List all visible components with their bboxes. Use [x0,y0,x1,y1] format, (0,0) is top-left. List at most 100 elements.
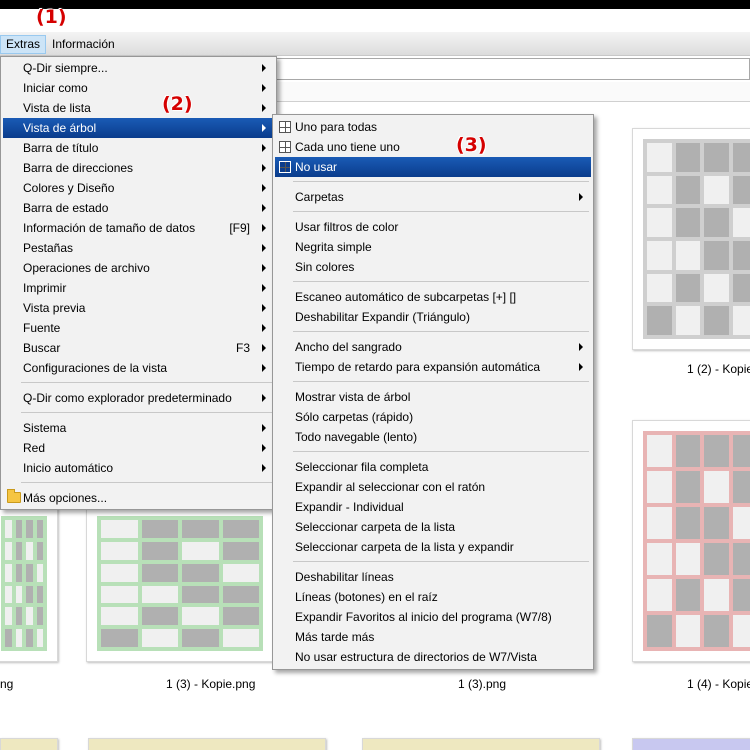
menu-item-solo-carpetas-rapido[interactable]: Sólo carpetas (rápido) [275,407,591,427]
menu-item-label: Operaciones de archivo [23,261,150,275]
thumbnail-image [643,139,750,339]
menu-item-escaneo-automatico-de-subcarpetas[interactable]: Escaneo automático de subcarpetas [+] [] [275,287,591,307]
address-bar[interactable] [276,58,750,80]
menu-item-fuente[interactable]: Fuente [3,318,274,338]
menu-item-lineas-botones-en-el-raiz[interactable]: Líneas (botones) en el raíz [275,587,591,607]
thumbnail-green[interactable] [86,505,274,662]
menu-item-barra-de-estado[interactable]: Barra de estado [3,198,274,218]
folder-icon [7,489,21,503]
menu-item-expandir-al-seleccionar-con-el-raton[interactable]: Expandir al seleccionar con el ratón [275,477,591,497]
window-top-edge [0,0,750,9]
menu-item-sistema[interactable]: Sistema [3,418,274,438]
menu-item-informacion-de-tamano-de-datos[interactable]: Información de tamaño de datos [F9] [3,218,274,238]
menu-item-inicio-automatico[interactable]: Inicio automático [3,458,274,478]
menu-extras[interactable]: Extras [0,35,47,54]
menu-item-seleccionar-fila-completa[interactable]: Seleccionar fila completa [275,457,591,477]
menu-item-iniciar-como[interactable]: Iniciar como [3,78,274,98]
thumbnail-cell [704,143,729,172]
menu-item-label: Ancho del sangrado [295,340,402,354]
menu-item-q-dir-siempre[interactable]: Q-Dir siempre... [3,58,274,78]
annotation-2: (2) [162,93,193,115]
menu-item-carpetas[interactable]: Carpetas [275,187,591,207]
submenu-arrow-icon [579,193,583,201]
menu-item-label: Vista de lista [23,101,91,115]
menu-item-label: Mostrar vista de árbol [295,390,411,404]
menu-item-red[interactable]: Red [3,438,274,458]
menu-item-barra-de-titulo[interactable]: Barra de título [3,138,274,158]
thumbnail-cell [141,607,178,626]
submenu-arrow-icon [262,204,266,212]
menu-item-negrita-simple[interactable]: Negrita simple [275,237,591,257]
menu-item-cada-uno-tiene-uno[interactable]: Cada uno tiene uno [275,137,591,157]
thumbnail-cell [675,579,700,611]
thumbnail-yellow-2[interactable] [88,738,326,750]
thumbnail-cell [222,585,259,604]
thumbnail-cell [675,240,700,270]
menu-item-seleccionar-carpeta-de-la-lista[interactable]: Seleccionar carpeta de la lista [275,517,591,537]
thumbnail-yellow-3[interactable] [362,738,600,750]
submenu-arrow-icon [262,164,266,172]
menu-item-configuraciones-de-la-vista[interactable]: Configuraciones de la vista [3,358,274,378]
menu-separator [21,482,272,483]
menu-item-expandir-favoritos-al-inicio-del-programa-w7-8[interactable]: Expandir Favoritos al inicio del program… [275,607,591,627]
menu-item-seleccionar-carpeta-de-la-lista-y-expandir[interactable]: Seleccionar carpeta de la lista y expand… [275,537,591,557]
thumbnail-cell [101,607,138,626]
thumbnail-green-left[interactable] [0,505,58,662]
thumbnail-pink[interactable] [632,420,750,662]
thumbnail-cell [15,520,22,538]
menu-item-uno-para-todas[interactable]: Uno para todas [275,117,591,137]
submenu-arrow-icon [262,184,266,192]
thumbnail-cell [101,629,138,647]
submenu-arrow-icon [262,84,266,92]
menu-item-imprimir[interactable]: Imprimir [3,278,274,298]
menu-item-mas-opciones[interactable]: Más opciones... [3,488,274,508]
menu-item-vista-de-lista[interactable]: Vista de lista [3,98,274,118]
submenu-arrow-icon [262,224,266,232]
menu-item-no-usar-estructura-de-directorios-de-w7-vista[interactable]: No usar estructura de directorios de W7/… [275,647,591,667]
menu-item-vista-de-arbol[interactable]: Vista de árbol [3,118,274,138]
thumbnail-cell [675,471,700,503]
submenu-arrow-icon [579,343,583,351]
menu-item-expandir-individual[interactable]: Expandir - Individual [275,497,591,517]
menu-item-label: Líneas (botones) en el raíz [295,590,438,604]
thumbnail-caption: 1 (2) - Kopie [687,362,750,376]
menu-item-shortcut: [F9] [229,221,250,235]
menu-item-no-usar[interactable]: No usar [275,157,591,177]
menu-item-deshabilitar-expandir-triangulo[interactable]: Deshabilitar Expandir (Triángulo) [275,307,591,327]
menu-item-colores-y-diseno[interactable]: Colores y Diseño [3,178,274,198]
menu-item-ancho-del-sangrado[interactable]: Ancho del sangrado [275,337,591,357]
menu-item-vista-previa[interactable]: Vista previa [3,298,274,318]
thumbnail-cell [732,471,750,503]
menu-item-todo-navegable-lento[interactable]: Todo navegable (lento) [275,427,591,447]
menu-item-label: Todo navegable (lento) [295,430,418,444]
thumbnail-cell [222,629,259,647]
menu-item-barra-de-direcciones[interactable]: Barra de direcciones [3,158,274,178]
thumbnail-gray[interactable] [632,128,750,350]
menu-item-sin-colores[interactable]: Sin colores [275,257,591,277]
menu-item-q-dir-como-explorador-predeterminado[interactable]: Q-Dir como explorador predeterminado [3,388,274,408]
submenu-arrow-icon [262,244,266,252]
thumbnail-blue[interactable] [632,738,750,750]
thumbnail-cell [647,240,672,270]
menu-informacion[interactable]: Información [47,35,120,54]
menu-item-usar-filtros-de-color[interactable]: Usar filtros de color [275,217,591,237]
thumbnail-cell [182,607,219,626]
thumbnail-cell [647,143,672,172]
menu-item-mostrar-vista-de-arbol[interactable]: Mostrar vista de árbol [275,387,591,407]
menu-item-mas-tarde-mas[interactable]: Más tarde más [275,627,591,647]
menu-item-label: Expandir al seleccionar con el ratón [295,480,486,494]
thumbnail-cell [675,208,700,237]
menu-item-operaciones-de-archivo[interactable]: Operaciones de archivo [3,258,274,278]
menu-item-deshabilitar-lineas[interactable]: Deshabilitar líneas [275,567,591,587]
thumbnail-cell [15,585,22,604]
menu-item-tiempo-de-retardo-para-expansion-automatica[interactable]: Tiempo de retardo para expansión automát… [275,357,591,377]
submenu-arrow-icon [579,363,583,371]
thumbnail-yellow-1[interactable] [0,738,58,750]
thumbnail-cell [101,541,138,560]
menu-item-pestanas[interactable]: Pestañas [3,238,274,258]
menu-item-label: Seleccionar fila completa [295,460,429,474]
thumbnail-cell [647,175,672,205]
thumbnail-cell [732,579,750,611]
menu-item-buscar[interactable]: Buscar F3 [3,338,274,358]
menu-item-label: Red [23,441,46,455]
